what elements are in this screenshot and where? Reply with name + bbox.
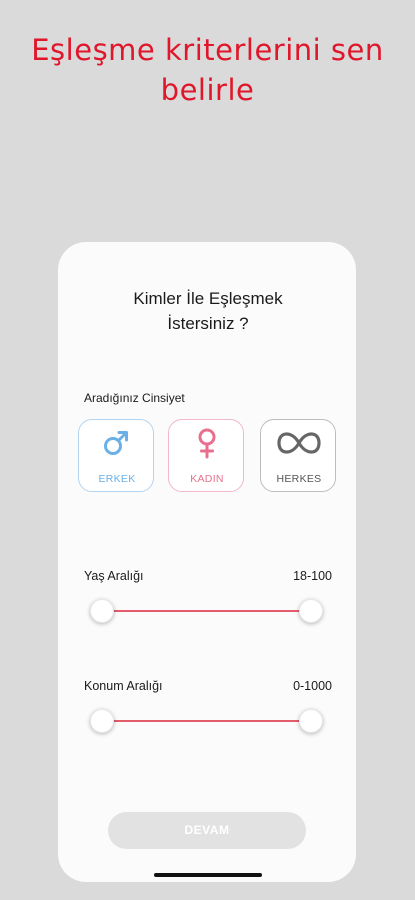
gender-option-label: HERKES (276, 473, 322, 485)
continue-button[interactable]: DEVAM (108, 812, 306, 849)
slider-track (100, 720, 313, 722)
age-range-value: 18-100 (293, 569, 332, 583)
gender-option-label: ERKEK (98, 473, 136, 485)
location-range-value: 0-1000 (293, 679, 332, 693)
age-max-handle[interactable] (299, 599, 323, 623)
phone-screen: Kimler İle Eşleşmek İstersiniz ? Aradığı… (58, 242, 356, 882)
infinity-icon (261, 428, 337, 458)
page-title-line-2: İstersiniz ? (167, 314, 249, 333)
location-max-handle[interactable] (299, 709, 323, 733)
slider-track (100, 610, 313, 612)
page-title-line-1: Kimler İle Eşleşmek (133, 289, 283, 308)
promo-headline: Eşleşme kriterlerini sen belirle (0, 30, 415, 110)
gender-option-everyone[interactable]: HERKES (260, 419, 336, 492)
gender-option-male[interactable]: ERKEK (78, 419, 154, 492)
gender-option-female[interactable]: KADIN (168, 419, 244, 492)
location-range-slider[interactable] (88, 709, 325, 733)
location-range-label: Konum Aralığı (84, 679, 163, 693)
age-min-handle[interactable] (90, 599, 114, 623)
male-icon (79, 428, 155, 458)
age-range-label: Yaş Aralığı (84, 569, 144, 583)
age-range-slider[interactable] (88, 599, 325, 623)
home-indicator (154, 873, 262, 877)
location-min-handle[interactable] (90, 709, 114, 733)
gender-option-label: KADIN (190, 473, 224, 485)
gender-section-label: Aradığınız Cinsiyet (84, 391, 185, 405)
headline-line-2: belirle (160, 73, 255, 107)
female-icon (169, 428, 245, 459)
headline-line-1: Eşleşme kriterlerini sen (31, 33, 384, 67)
page-title: Kimler İle Eşleşmek İstersiniz ? (98, 286, 318, 336)
